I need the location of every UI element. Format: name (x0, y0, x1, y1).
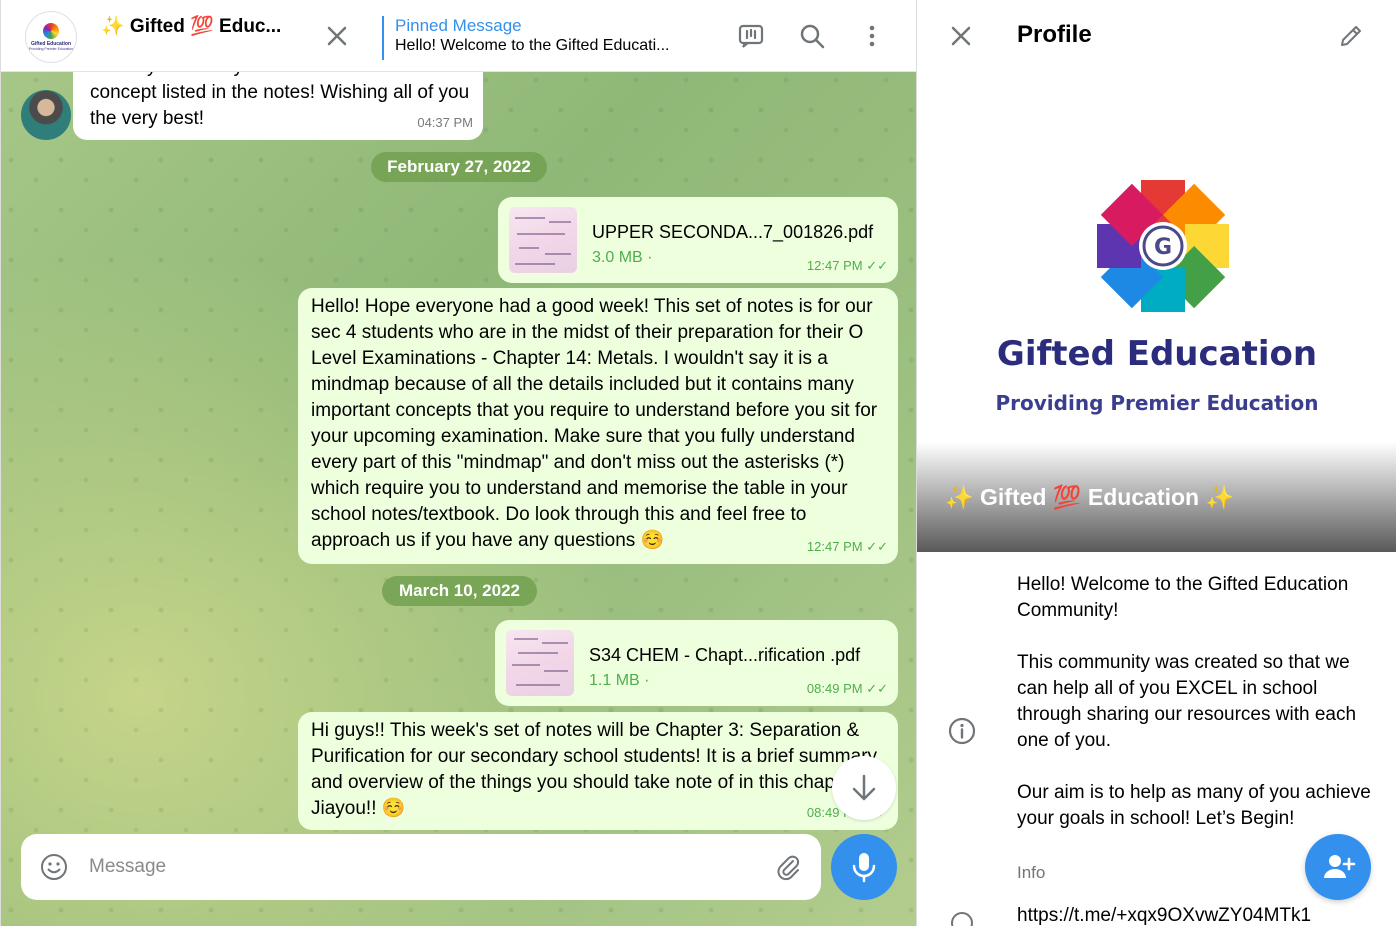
chat-header: Gifted Education Providing Premier Educa… (1, 0, 916, 72)
attach-icon[interactable] (773, 852, 803, 882)
pinned-message[interactable]: Pinned Message Hello! Welcome to the Gif… (382, 16, 670, 60)
brand-subtitle: Providing Premier Education (995, 391, 1319, 415)
brand-title: Gifted Education (996, 334, 1318, 374)
avatar-subtitle: Providing Premier Education (28, 47, 74, 51)
file-thumbnail[interactable] (509, 207, 577, 273)
chat-title[interactable]: ✨ Gifted 💯 Educ... (101, 14, 281, 38)
sender-avatar[interactable] (21, 90, 71, 140)
file-size: 1.1 MB · (589, 672, 650, 689)
emoji-icon[interactable] (39, 852, 69, 882)
date-separator: March 10, 2022 (382, 576, 537, 606)
channel-description: Hello! Welcome to the Gifted Education C… (1017, 574, 1371, 829)
svg-text:G: G (1154, 235, 1172, 260)
file-name[interactable]: UPPER SECONDA...7_001826.pdf (592, 219, 873, 245)
profile-header: Profile (917, 0, 1396, 72)
double-check-icon: ✓✓ (866, 539, 888, 554)
message-outgoing[interactable]: Hello! Hope everyone had a good week! Th… (298, 288, 898, 564)
profile-panel: Profile G Gifted Education Providing Pre… (916, 0, 1396, 926)
message-text: concept listed in the notes! Wishing all… (90, 82, 470, 129)
add-member-button[interactable] (1305, 834, 1371, 900)
more-vertical-icon[interactable] (858, 22, 886, 50)
double-check-icon: ✓✓ (866, 681, 888, 696)
message-time: 12:47 PM ✓✓ (806, 258, 888, 273)
double-check-icon: ✓✓ (866, 258, 888, 273)
file-message[interactable]: S34 CHEM - Chapt...rification .pdf 1.1 M… (495, 620, 898, 706)
logo-flower-icon: G (1097, 180, 1229, 312)
close-icon[interactable] (323, 22, 351, 50)
chat-avatar[interactable]: Gifted Education Providing Premier Educa… (25, 11, 77, 63)
message-time: 04:37 PM (417, 115, 473, 130)
channel-link[interactable]: https://t.me/+xqx9OXvwZY04MTk1 (1017, 905, 1311, 926)
pinned-text: Hello! Welcome to the Gifted Educati... (395, 37, 670, 54)
message-time: 12:47 PM ✓✓ (806, 539, 888, 554)
info-label: Info (1017, 863, 1046, 882)
message-input[interactable] (89, 852, 729, 882)
edit-pencil-icon[interactable] (1337, 22, 1365, 50)
file-message[interactable]: UPPER SECONDA...7_001826.pdf 3.0 MB · 12… (498, 197, 898, 283)
pinned-label: Pinned Message (395, 16, 522, 35)
info-icon (948, 717, 976, 745)
logo-flower-icon (43, 23, 59, 39)
date-separator: February 27, 2022 (371, 152, 547, 182)
microphone-icon (852, 853, 876, 883)
file-name[interactable]: S34 CHEM - Chapt...rification .pdf (589, 642, 860, 668)
file-size: 3.0 MB · (592, 249, 653, 266)
message-text: Hi guys!! This week's set of notes will … (311, 720, 878, 819)
close-icon[interactable] (947, 22, 975, 50)
chat-panel: to test yourself if you are familiar wit… (0, 0, 916, 926)
message-time: 08:49 PM ✓✓ (806, 681, 888, 696)
pinned-list-icon[interactable] (737, 22, 765, 50)
profile-cover-image[interactable]: G Gifted Education Providing Premier Edu… (917, 72, 1396, 552)
channel-name: ✨ Gifted 💯 Education ✨ (945, 484, 1235, 510)
file-thumbnail[interactable] (506, 630, 574, 696)
arrow-down-icon (852, 774, 876, 801)
link-icon (951, 912, 973, 926)
voice-message-button[interactable] (831, 834, 897, 900)
search-icon[interactable] (798, 22, 826, 50)
profile-title: Profile (1017, 21, 1092, 48)
message-composer (21, 834, 821, 900)
add-user-icon (1324, 855, 1356, 878)
message-outgoing[interactable]: Hi guys!! This week's set of notes will … (298, 712, 898, 830)
message-text: Hello! Hope everyone had a good week! Th… (311, 296, 878, 551)
scroll-down-button[interactable] (832, 756, 896, 820)
